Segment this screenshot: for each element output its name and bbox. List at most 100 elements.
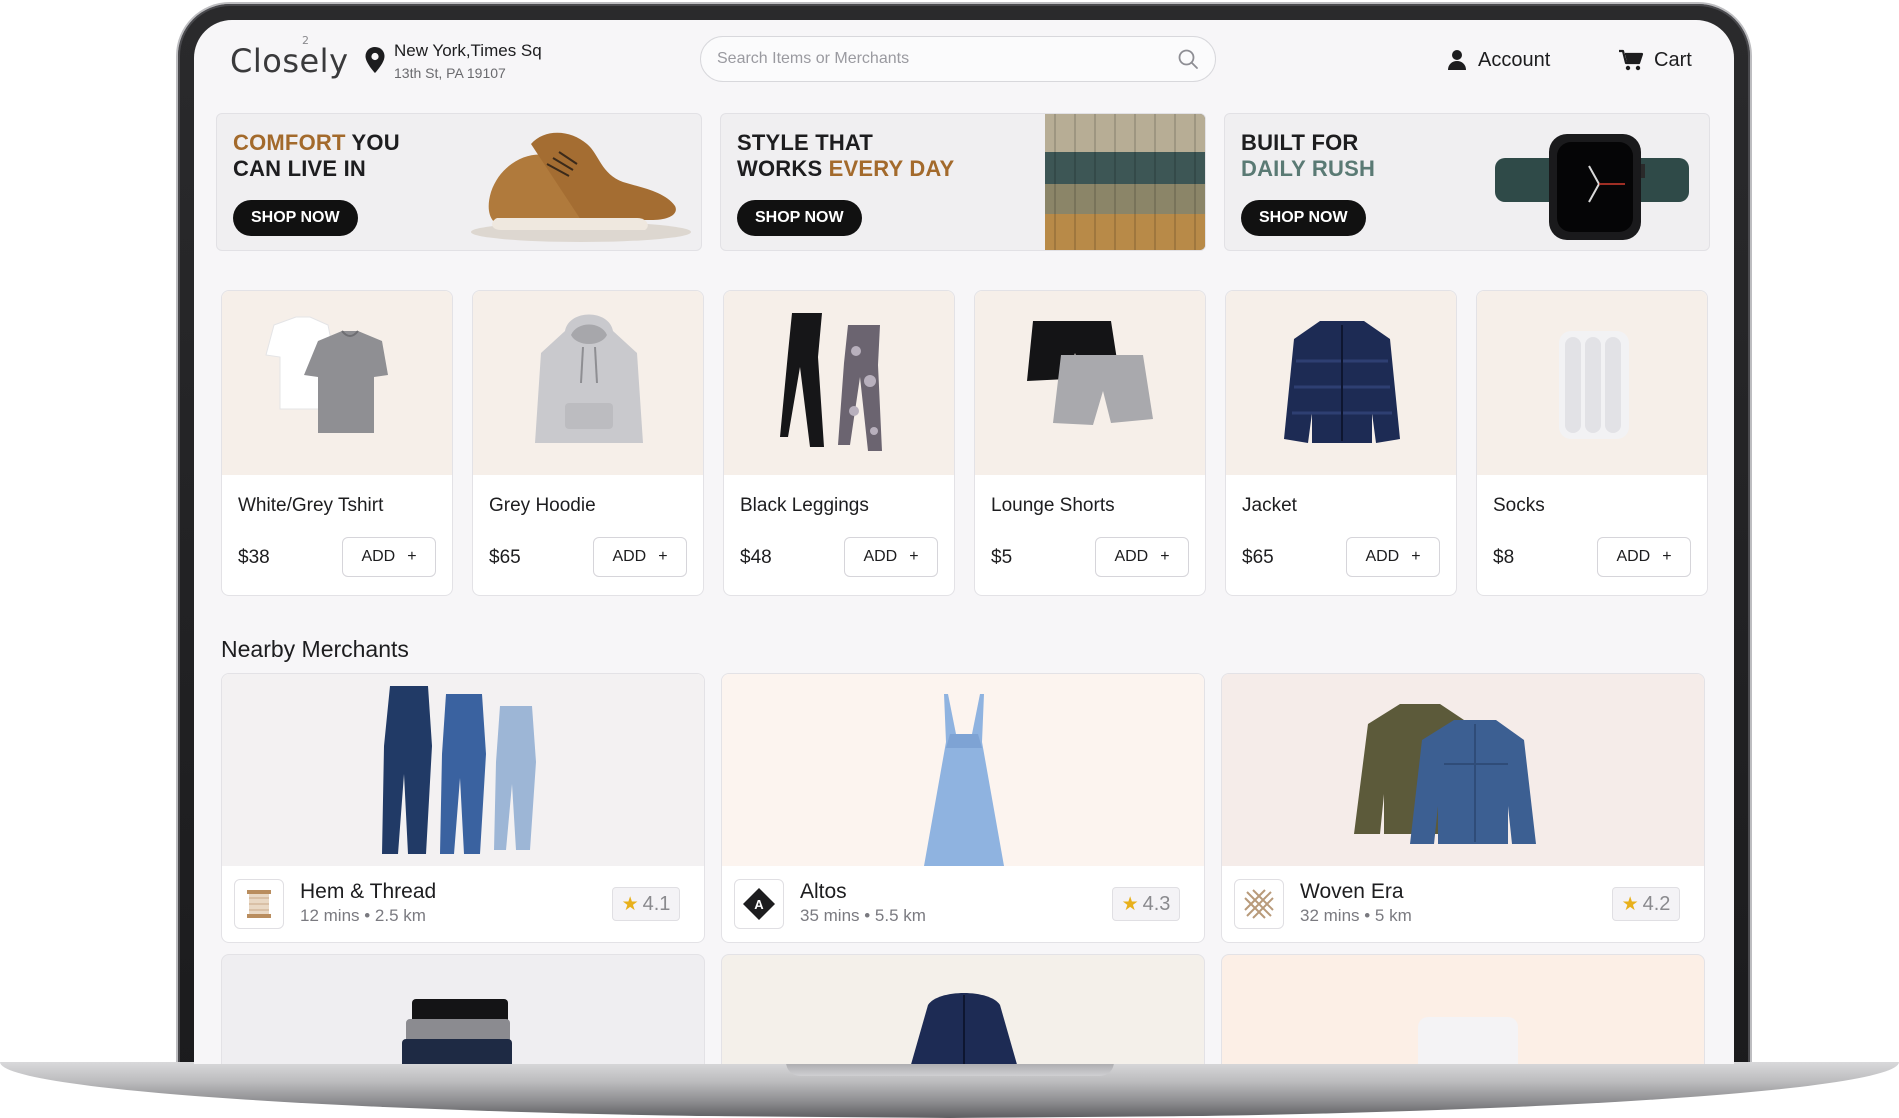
- merchant-card[interactable]: Hem & Thread 12 mins • 2.5 km ★ 4.1: [221, 673, 705, 943]
- cart-button[interactable]: Cart: [1618, 45, 1692, 75]
- logo-text: Closely: [230, 42, 349, 80]
- product-image: [1226, 291, 1456, 475]
- add-to-cart-button[interactable]: ADD +: [1095, 537, 1189, 577]
- add-to-cart-button[interactable]: ADD +: [1597, 537, 1691, 577]
- merchant-card-partial[interactable]: [221, 954, 705, 1064]
- product-card[interactable]: White/Grey Tshirt $38 ADD +: [221, 290, 453, 596]
- shop-now-button[interactable]: SHOP NOW: [233, 200, 358, 236]
- add-label: ADD: [1114, 548, 1149, 565]
- product-image: [724, 291, 954, 475]
- top-bar: Closely 2 New York,Times Sq 13th St, PA …: [194, 20, 1734, 118]
- merchant-distance: 35 mins • 5.5 km: [800, 906, 926, 925]
- user-icon: [1448, 50, 1466, 70]
- dress-icon: [924, 694, 1004, 866]
- banner-title-line1: STYLE THAT: [737, 130, 874, 155]
- banner-title-rest: YOU: [345, 130, 400, 155]
- hoodie-icon: [535, 314, 643, 443]
- rating-badge: ★ 4.3: [1112, 887, 1180, 921]
- rating-value: 4.3: [1142, 892, 1171, 915]
- search-icon[interactable]: [1177, 48, 1199, 70]
- merchant-card[interactable]: Woven Era 32 mins • 5 km ★ 4.2: [1221, 673, 1705, 943]
- product-name: Grey Hoodie: [489, 495, 596, 516]
- cart-label: Cart: [1654, 48, 1692, 71]
- merchant-logo: [1234, 879, 1284, 929]
- cart-icon: [1619, 49, 1644, 71]
- add-to-cart-button[interactable]: ADD +: [1346, 537, 1440, 577]
- rating-badge: ★ 4.1: [612, 887, 680, 921]
- puffer-jacket-icon: [911, 993, 1017, 1064]
- merchant-card[interactable]: A Altos 35 mins • 5.5 km ★ 4.3: [721, 673, 1205, 943]
- plus-icon: +: [1662, 548, 1672, 565]
- rating-value: 4.2: [1642, 892, 1671, 915]
- banner-title: COMFORT YOU CAN LIVE IN: [233, 130, 400, 182]
- banner-title-accent: DAILY RUSH: [1241, 156, 1376, 181]
- product-card[interactable]: Socks $8 ADD +: [1476, 290, 1708, 596]
- product-image: [1477, 291, 1707, 475]
- add-to-cart-button[interactable]: ADD +: [342, 537, 436, 577]
- merchant-distance: 12 mins • 2.5 km: [300, 906, 426, 925]
- product-card[interactable]: Lounge Shorts $5 ADD +: [974, 290, 1206, 596]
- banner-title-line1: BUILT FOR: [1241, 130, 1359, 155]
- banner-style[interactable]: STYLE THAT WORKS EVERY DAY SHOP NOW: [720, 113, 1206, 251]
- section-title: Nearby Merchants: [221, 636, 409, 662]
- product-card[interactable]: Black Leggings $48 ADD +: [723, 290, 955, 596]
- merchant-logo: A: [734, 879, 784, 929]
- product-price: $8: [1493, 547, 1515, 568]
- add-to-cart-button[interactable]: ADD +: [844, 537, 938, 577]
- tshirt-icon: [265, 316, 388, 433]
- search-placeholder: Search Items or Merchants: [717, 50, 910, 67]
- product-price: $65: [489, 547, 521, 568]
- product-price: $48: [740, 547, 772, 568]
- jacket-icon: [1284, 321, 1400, 443]
- shop-now-button[interactable]: SHOP NOW: [1241, 200, 1366, 236]
- add-label: ADD: [1365, 548, 1400, 565]
- add-label: ADD: [612, 548, 647, 565]
- product-card[interactable]: Jacket $65 ADD +: [1225, 290, 1457, 596]
- shorts-icon: [1027, 321, 1153, 425]
- location-pin-icon[interactable]: [364, 46, 386, 74]
- leggings-icon: [780, 313, 882, 451]
- woven-logo-icon: [1244, 889, 1274, 919]
- product-image: [473, 291, 703, 475]
- thread-spool-icon: [247, 890, 271, 918]
- shop-now-button[interactable]: SHOP NOW: [737, 200, 862, 236]
- banner-title-accent: COMFORT: [233, 130, 346, 155]
- merchant-name: Woven Era: [1300, 880, 1404, 903]
- plus-icon: +: [407, 548, 417, 565]
- banner-title-line2: CAN LIVE IN: [233, 156, 366, 181]
- altos-logo-icon: A: [743, 888, 775, 920]
- plus-icon: +: [909, 548, 919, 565]
- rating-badge: ★ 4.2: [1612, 887, 1680, 921]
- product-name: White/Grey Tshirt: [238, 495, 384, 516]
- merchant-card-partial[interactable]: [1221, 954, 1705, 1064]
- add-label: ADD: [863, 548, 898, 565]
- product-price: $38: [238, 547, 270, 568]
- product-name: Socks: [1493, 495, 1545, 516]
- search-input[interactable]: Search Items or Merchants: [700, 36, 1216, 82]
- jackets-icon: [1354, 704, 1536, 844]
- product-image: [222, 291, 452, 475]
- banner-rush[interactable]: BUILT FOR DAILY RUSH SHOP NOW: [1224, 113, 1710, 251]
- plus-icon: +: [1411, 548, 1421, 565]
- merchant-name: Altos: [800, 880, 847, 903]
- banner-comfort[interactable]: COMFORT YOU CAN LIVE IN SHOP NOW: [216, 113, 702, 251]
- merchant-image: [722, 674, 1204, 866]
- merchant-card-partial[interactable]: [721, 954, 1205, 1064]
- product-card[interactable]: Grey Hoodie $65 ADD +: [472, 290, 704, 596]
- shorts-stack-icon: [402, 999, 512, 1064]
- product-price: $5: [991, 547, 1013, 568]
- account-button[interactable]: Account: [1448, 45, 1550, 75]
- app-screen: Closely 2 New York,Times Sq 13th St, PA …: [194, 20, 1734, 1064]
- app-logo[interactable]: Closely 2: [230, 34, 349, 80]
- laptop-notch: [786, 1062, 1114, 1076]
- product-price: $65: [1242, 547, 1274, 568]
- plus-icon: +: [658, 548, 668, 565]
- location-primary[interactable]: New York,Times Sq: [394, 41, 542, 61]
- merchant-image: [222, 674, 704, 866]
- add-to-cart-button[interactable]: ADD +: [593, 537, 687, 577]
- add-label: ADD: [1616, 548, 1651, 565]
- product-name: Jacket: [1242, 495, 1297, 516]
- merchant-image: [1222, 674, 1704, 866]
- jeans-icon: [382, 686, 536, 854]
- socks-pack-icon: [1418, 1017, 1518, 1064]
